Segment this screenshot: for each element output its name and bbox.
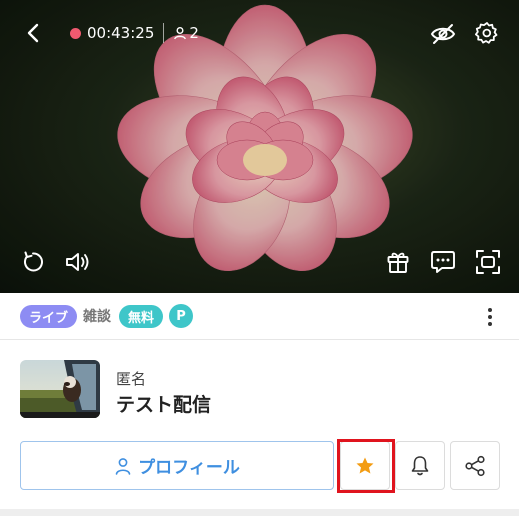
- live-timer-bar: 00:43:25 2: [70, 22, 199, 44]
- category-label: 雑談: [83, 309, 111, 325]
- viewer-count: 2: [173, 24, 199, 42]
- timer-divider: [163, 23, 165, 43]
- elapsed-time: 00:43:25: [87, 24, 155, 42]
- streamer-name: 匿名: [116, 370, 147, 388]
- p-badge: P: [169, 304, 193, 328]
- gear-icon[interactable]: [474, 20, 500, 46]
- stream-tags: ライブ 雑談 無料 P: [20, 304, 193, 328]
- viewer-count-value: 2: [189, 24, 199, 42]
- bottom-separator: [0, 509, 519, 516]
- recording-dot-icon: [70, 27, 81, 39]
- free-badge: 無料: [119, 304, 163, 328]
- more-options-icon[interactable]: [480, 305, 500, 329]
- stream-title: テスト配信: [116, 394, 212, 416]
- profile-button[interactable]: プロフィール: [20, 441, 334, 490]
- gift-icon[interactable]: [385, 248, 411, 276]
- share-icon: [465, 455, 485, 476]
- video-player[interactable]: 00:43:25 2: [0, 0, 519, 293]
- person-icon: [174, 27, 187, 40]
- stream-thumbnail[interactable]: [20, 360, 100, 418]
- bell-icon: [411, 455, 429, 475]
- stream-thumbnail-image: [20, 360, 100, 418]
- star-icon: [356, 457, 374, 473]
- person-icon: [115, 457, 131, 475]
- notification-button[interactable]: [395, 441, 445, 490]
- favorite-button[interactable]: [340, 441, 390, 490]
- share-button[interactable]: [450, 441, 500, 490]
- section-divider: [0, 339, 519, 340]
- live-badge: ライブ: [20, 304, 77, 328]
- replay-icon[interactable]: [20, 249, 46, 275]
- comment-icon[interactable]: [429, 248, 457, 276]
- profile-button-label: プロフィール: [138, 458, 240, 478]
- back-arrow-icon[interactable]: [20, 20, 46, 46]
- eye-off-icon[interactable]: [429, 21, 457, 47]
- screenshot-icon[interactable]: [474, 248, 502, 276]
- volume-icon[interactable]: [64, 249, 92, 275]
